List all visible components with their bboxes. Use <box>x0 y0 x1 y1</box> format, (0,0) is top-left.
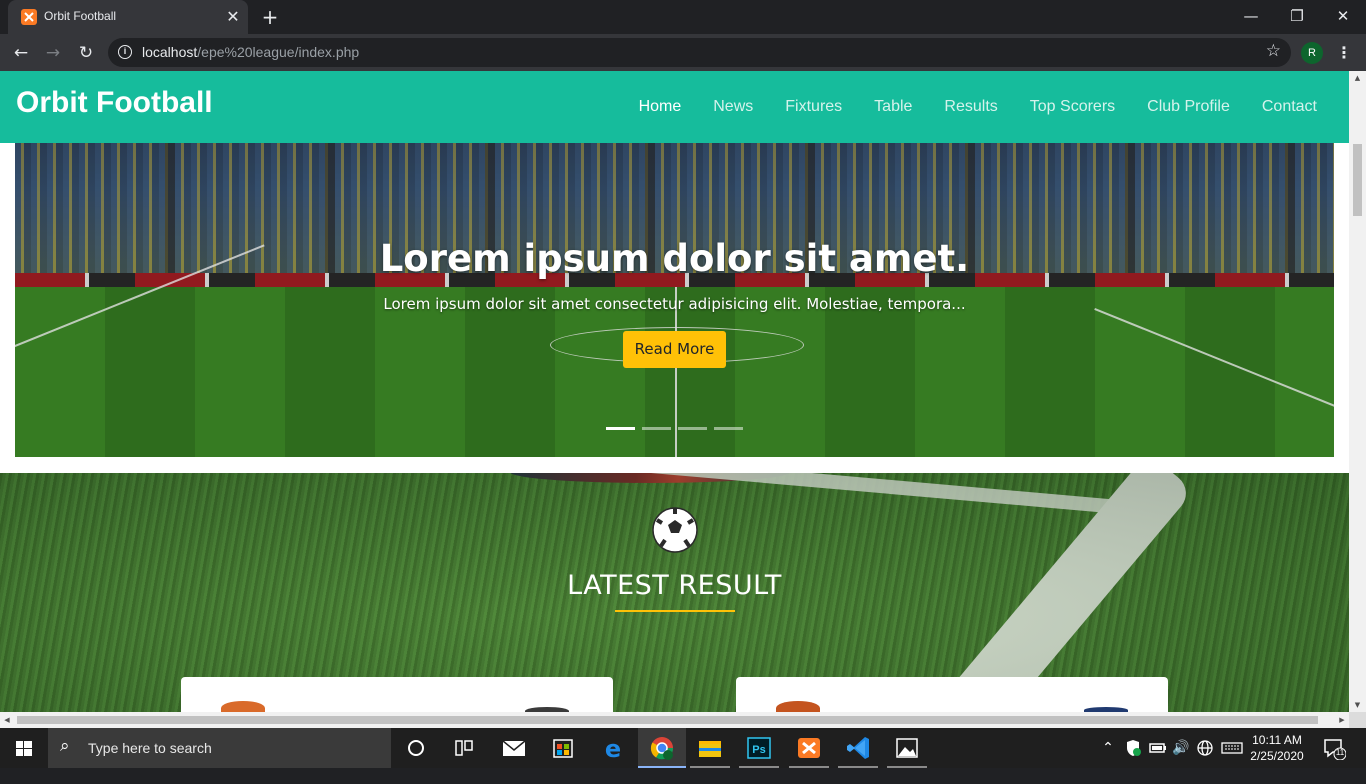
nav-home[interactable]: Home <box>623 98 698 116</box>
clock-date: 2/25/2020 <box>1250 749 1304 763</box>
scroll-right-icon[interactable]: ▶ <box>1335 712 1349 728</box>
carousel-indicator-3[interactable] <box>678 427 707 430</box>
site-info-icon[interactable]: i <box>118 45 132 59</box>
hero-carousel[interactable]: Lorem ipsum dolor sit amet. Lorem ipsum … <box>15 143 1334 457</box>
browser-tab[interactable]: Orbit Football ✕ <box>8 0 248 34</box>
windows-logo-icon <box>16 741 32 756</box>
svg-text:Ps: Ps <box>752 744 765 756</box>
battery-icon[interactable] <box>1147 728 1169 768</box>
nav-results[interactable]: Results <box>928 98 1013 116</box>
main-menu: Home News Fixtures Table Results Top Sco… <box>623 98 1333 116</box>
home-team-logo <box>776 701 820 712</box>
site-navbar: Orbit Football Home News Fixtures Table … <box>0 71 1349 143</box>
xampp-favicon-icon <box>21 9 37 25</box>
windows-taskbar: ⌕ Type here to search e Ps ⌃ 🔊 10:11 AM … <box>0 728 1366 768</box>
scroll-up-icon[interactable]: ▲ <box>1349 71 1366 85</box>
site-brand[interactable]: Orbit Football <box>16 86 213 120</box>
search-placeholder: Type here to search <box>88 740 212 756</box>
result-card[interactable] <box>181 677 613 712</box>
latest-result-heading: LATEST RESULT <box>567 570 782 601</box>
scroll-left-icon[interactable]: ◀ <box>0 712 14 728</box>
tab-title: Orbit Football <box>44 9 117 23</box>
nav-club-profile[interactable]: Club Profile <box>1131 98 1246 116</box>
home-team-logo <box>221 701 265 712</box>
start-button[interactable] <box>0 728 48 768</box>
file-explorer-icon[interactable] <box>686 728 734 768</box>
volume-icon[interactable]: 🔊 <box>1170 728 1192 768</box>
photos-icon[interactable] <box>883 728 931 768</box>
task-view-icon[interactable] <box>440 728 488 768</box>
xampp-icon[interactable] <box>785 728 833 768</box>
nav-contact[interactable]: Contact <box>1246 98 1333 116</box>
search-icon: ⌕ <box>60 736 70 756</box>
scrollbar-corner <box>1349 712 1366 728</box>
horizontal-scroll-thumb[interactable] <box>17 716 1318 724</box>
system-clock[interactable]: 10:11 AM 2/25/2020 <box>1246 732 1308 764</box>
latest-result-section: LATEST RESULT <box>0 473 1349 712</box>
svg-text:e: e <box>605 735 621 763</box>
vertical-scrollbar[interactable]: ▲ ▼ <box>1349 71 1366 712</box>
taskbar-search[interactable]: ⌕ Type here to search <box>48 728 391 768</box>
restore-button[interactable]: ❐ <box>1283 4 1311 28</box>
nav-news[interactable]: News <box>697 98 769 116</box>
scroll-down-icon[interactable]: ▼ <box>1349 698 1366 712</box>
chrome-taskbar-icon[interactable] <box>638 728 686 768</box>
page-viewport: Orbit Football Home News Fixtures Table … <box>0 71 1349 712</box>
profile-avatar[interactable]: R <box>1301 42 1323 64</box>
browser-toolbar: ← → ↻ i localhost/epe%20league/index.php… <box>0 34 1366 71</box>
hero-text: Lorem ipsum dolor sit amet consectetur a… <box>383 295 966 313</box>
carousel-indicators <box>606 427 743 430</box>
soccer-ball-icon <box>652 507 698 553</box>
browser-menu-icon[interactable]: ⋮ <box>1334 41 1354 65</box>
hero-title: Lorem ipsum dolor sit amet. <box>379 237 970 280</box>
mail-icon[interactable] <box>490 728 538 768</box>
forward-arrow-icon[interactable]: → <box>40 40 66 66</box>
url-text[interactable]: localhost/epe%20league/index.php <box>142 44 359 60</box>
clock-time: 10:11 AM <box>1252 733 1302 747</box>
back-arrow-icon[interactable]: ← <box>8 40 34 66</box>
show-hidden-icons-chevron-icon[interactable]: ⌃ <box>1098 728 1118 768</box>
minimize-button[interactable]: — <box>1237 4 1265 28</box>
edge-icon[interactable]: e <box>589 728 637 768</box>
new-tab-button[interactable]: + <box>259 6 281 28</box>
security-shield-icon[interactable] <box>1122 728 1144 768</box>
bookmark-star-icon[interactable]: ☆ <box>1266 41 1281 61</box>
tab-close-icon[interactable]: ✕ <box>224 8 242 26</box>
close-window-button[interactable]: ✕ <box>1329 4 1357 28</box>
photoshop-icon[interactable]: Ps <box>735 728 783 768</box>
nav-fixtures[interactable]: Fixtures <box>769 98 858 116</box>
carousel-indicator-1[interactable] <box>606 427 635 430</box>
reload-icon[interactable]: ↻ <box>73 40 99 66</box>
notification-count: 11 <box>1335 748 1345 757</box>
address-bar[interactable]: i localhost/epe%20league/index.php ☆ <box>108 38 1291 67</box>
action-center-icon[interactable]: 11 <box>1322 736 1347 761</box>
vertical-scroll-thumb[interactable] <box>1353 144 1362 216</box>
nav-top-scorers[interactable]: Top Scorers <box>1014 98 1131 116</box>
result-card[interactable] <box>736 677 1168 712</box>
network-globe-icon[interactable] <box>1194 728 1216 768</box>
carousel-indicator-4[interactable] <box>714 427 743 430</box>
browser-tab-strip: Orbit Football ✕ + — ❐ ✕ <box>0 0 1366 34</box>
vscode-icon[interactable] <box>834 728 882 768</box>
horizontal-scrollbar[interactable]: ◀ ▶ <box>0 712 1349 728</box>
read-more-button[interactable]: Read More <box>623 331 726 368</box>
keyboard-icon[interactable] <box>1219 728 1245 768</box>
heading-underline <box>615 610 735 612</box>
store-icon[interactable] <box>539 728 587 768</box>
carousel-indicator-2[interactable] <box>642 427 671 430</box>
cortana-icon[interactable] <box>392 728 440 768</box>
nav-table[interactable]: Table <box>858 98 928 116</box>
